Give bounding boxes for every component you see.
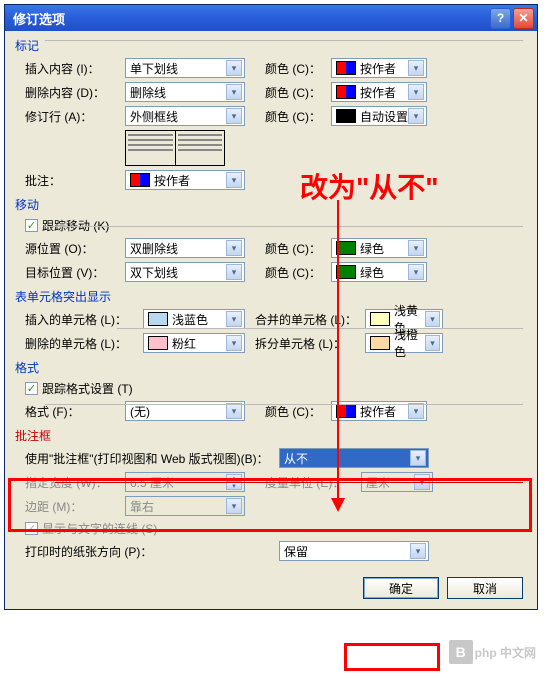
select-revline[interactable]: 外侧框线▾ [125, 106, 245, 126]
dialog-title: 修订选项 [13, 9, 488, 28]
select-deletecell[interactable]: 粉红▾ [143, 333, 245, 353]
help-button[interactable]: ? [490, 8, 511, 29]
select-comment[interactable]: 按作者▾ [125, 170, 245, 190]
select-targetpos[interactable]: 双下划线▾ [125, 262, 245, 282]
select-revline-color[interactable]: 自动设置▾ [331, 106, 427, 126]
label-deletecell: 删除的单元格 (L)： [25, 335, 143, 352]
chevron-down-icon: ▾ [226, 84, 242, 100]
table-preview [125, 130, 225, 166]
select-insertcell[interactable]: 浅蓝色▾ [143, 309, 245, 329]
dialog-body: 标记 插入内容 (I)： 单下划线▾ 颜色 (C)： 按作者▾ 删除内容 (D)… [5, 31, 537, 609]
chevron-down-icon: ▾ [408, 108, 424, 124]
watermark: B php 中文网 [449, 640, 536, 664]
chevron-down-icon: ▾ [410, 543, 426, 559]
label-comment: 批注： [25, 172, 125, 189]
watermark-logo-icon: B [449, 640, 473, 664]
checkbox-showlines-row: ✓ 显示与文字的连线 (S) [25, 520, 527, 537]
select-delete-color[interactable]: 按作者▾ [331, 82, 427, 102]
cancel-button[interactable]: 取消 [447, 577, 523, 599]
chevron-down-icon: ▾ [226, 108, 242, 124]
chevron-down-icon: ▾ [425, 335, 440, 351]
checkbox-trackformat[interactable]: ✓ [25, 382, 38, 395]
checkbox-showlines: ✓ [25, 522, 38, 535]
section-table: 表单元格突出显示 [15, 288, 527, 305]
dialog: 修订选项 ? ✕ 标记 插入内容 (I)： 单下划线▾ 颜色 (C)： 按作者▾… [4, 4, 538, 610]
label-color: 颜色 (C)： [265, 240, 331, 257]
chevron-down-icon: ▾ [226, 335, 242, 351]
label-delete: 删除内容 (D)： [25, 84, 125, 101]
label-mergecell: 合并的单元格 (L)： [255, 311, 365, 328]
chevron-down-icon: ▾ [408, 240, 424, 256]
select-sourcepos-color[interactable]: 绿色▾ [331, 238, 427, 258]
chevron-down-icon: ▾ [425, 311, 440, 327]
checkbox-trackformat-row[interactable]: ✓ 跟踪格式设置 (T) [25, 380, 527, 397]
select-sourcepos[interactable]: 双删除线▾ [125, 238, 245, 258]
checkbox-trackmove[interactable]: ✓ [25, 219, 38, 232]
chevron-down-icon: ▾ [410, 450, 426, 466]
titlebar[interactable]: 修订选项 ? ✕ [5, 5, 537, 31]
annotation-box-ok [344, 643, 440, 671]
section-format: 格式 [15, 359, 527, 376]
select-useballoon[interactable]: 从不▾ [279, 448, 429, 468]
chevron-down-icon: ▾ [408, 60, 424, 76]
label-sourcepos: 源位置 (O)： [25, 240, 125, 257]
label-format: 格式 (F)： [25, 403, 125, 420]
select-delete[interactable]: 删除线▾ [125, 82, 245, 102]
chevron-down-icon: ▾ [408, 84, 424, 100]
label-revline: 修订行 (A)： [25, 108, 125, 125]
chevron-down-icon: ▾ [226, 60, 242, 76]
select-insert[interactable]: 单下划线▾ [125, 58, 245, 78]
select-splitcell[interactable]: 浅橙色▾ [365, 333, 443, 353]
chevron-down-icon: ▾ [408, 403, 424, 419]
spinner-up-icon: ▴ [226, 474, 242, 482]
label-showlines: 显示与文字的连线 (S) [42, 520, 157, 537]
close-button[interactable]: ✕ [513, 8, 534, 29]
chevron-down-icon: ▾ [226, 498, 242, 514]
select-insert-color[interactable]: 按作者▾ [331, 58, 427, 78]
ok-button[interactable]: 确定 [363, 577, 439, 599]
select-printorient[interactable]: 保留▾ [279, 541, 429, 561]
chevron-down-icon: ▾ [226, 264, 242, 280]
label-trackformat: 跟踪格式设置 (T) [42, 380, 133, 397]
label-color: 颜色 (C)： [265, 60, 331, 77]
select-margin: 靠右▾ [125, 496, 245, 516]
label-insert: 插入内容 (I)： [25, 60, 125, 77]
label-color: 颜色 (C)： [265, 108, 331, 125]
label-splitcell: 拆分单元格 (L)： [255, 335, 365, 352]
chevron-down-icon: ▾ [226, 172, 242, 188]
label-color: 颜色 (C)： [265, 84, 331, 101]
select-targetpos-color[interactable]: 绿色▾ [331, 262, 427, 282]
label-printorient: 打印时的纸张方向 (P)： [25, 543, 279, 560]
chevron-down-icon: ▾ [226, 240, 242, 256]
label-insertcell: 插入的单元格 (L)： [25, 311, 143, 328]
label-useballoon: 使用"批注框"(打印视图和 Web 版式视图)(B)： [25, 450, 279, 467]
label-color: 颜色 (C)： [265, 403, 331, 420]
chevron-down-icon: ▾ [226, 311, 242, 327]
label-margin: 边距 (M)： [25, 498, 125, 515]
label-targetpos: 目标位置 (V)： [25, 264, 125, 281]
section-balloon: 批注框 [15, 427, 527, 444]
label-color: 颜色 (C)： [265, 264, 331, 281]
section-move: 移动 [15, 196, 527, 213]
spinner-down-icon: ▾ [226, 482, 242, 490]
chevron-down-icon: ▾ [408, 264, 424, 280]
chevron-down-icon: ▾ [226, 403, 242, 419]
